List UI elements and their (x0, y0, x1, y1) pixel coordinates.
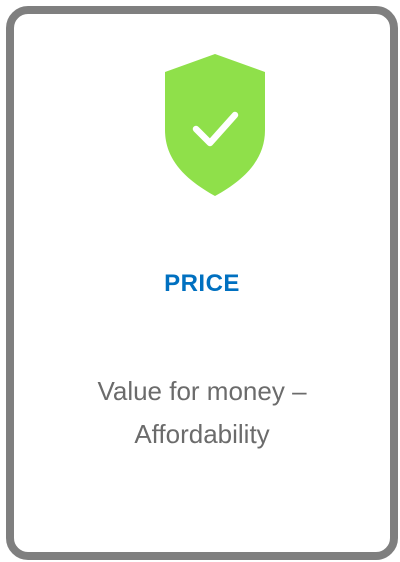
feature-card: PRICE Value for money – Affordability (6, 6, 398, 560)
description-line-1: Value for money – (97, 376, 307, 406)
card-title: PRICE (164, 270, 240, 297)
description-line-2: Affordability (134, 419, 270, 449)
card-description: Value for money – Affordability (14, 370, 390, 456)
shield-check-icon (162, 52, 268, 198)
